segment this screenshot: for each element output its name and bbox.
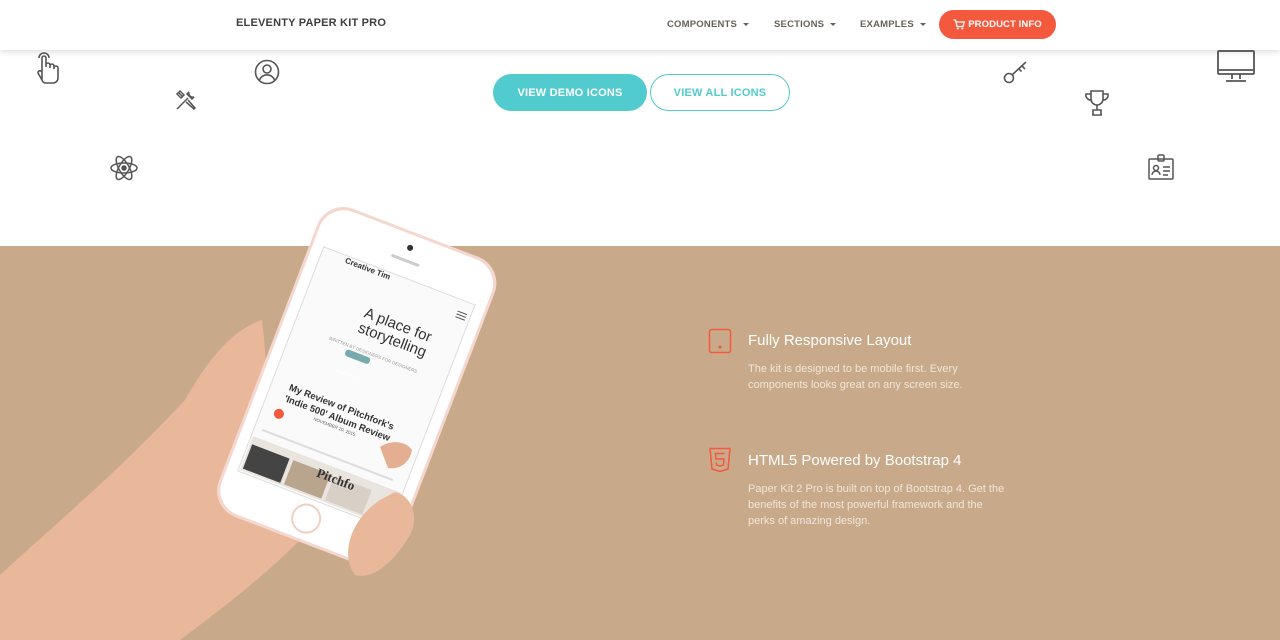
cart-icon — [953, 19, 966, 30]
atom-icon — [109, 153, 139, 183]
view-all-icons-button[interactable]: VIEW ALL ICONS — [650, 74, 790, 111]
monitor-icon — [1216, 50, 1256, 84]
feature-title-html5: HTML5 Powered by Bootstrap 4 — [748, 452, 962, 469]
tools-icon — [174, 88, 198, 112]
nav-components-label: COMPONENTS — [667, 19, 738, 30]
hand-pointer-icon — [32, 50, 62, 86]
product-info-label: PRODUCT INFO — [968, 19, 1042, 30]
html5-icon — [708, 447, 732, 478]
navbar: ELEVENTY PAPER KIT PRO COMPONENTS SECTIO… — [0, 0, 1280, 50]
chevron-down-icon — [830, 23, 837, 26]
user-circle-icon — [254, 59, 280, 85]
nav-examples-label: EXAMPLES — [860, 19, 914, 30]
tablet-icon — [708, 328, 732, 359]
id-badge-icon — [1147, 153, 1175, 181]
nav-components-dropdown[interactable]: COMPONENTS — [667, 19, 750, 30]
trophy-icon — [1083, 88, 1111, 118]
brand-link[interactable]: ELEVENTY PAPER KIT PRO — [236, 17, 386, 29]
nav-sections-dropdown[interactable]: SECTIONS — [774, 19, 837, 30]
key-icon — [1002, 58, 1030, 86]
feature-desc-responsive: The kit is designed to be mobile first. … — [748, 363, 963, 391]
feature-title-responsive: Fully Responsive Layout — [748, 332, 912, 349]
chevron-down-icon — [743, 23, 750, 26]
nav-examples-dropdown[interactable]: EXAMPLES — [860, 19, 926, 30]
chevron-down-icon — [919, 23, 926, 26]
hand-holding-phone-image: Creative Tim A place for storytelling WR… — [0, 205, 520, 640]
feature-desc-html5: Paper Kit 2 Pro is built on top of Boots… — [748, 483, 1005, 527]
view-demo-icons-button[interactable]: VIEW DEMO ICONS — [493, 74, 647, 111]
product-info-button[interactable]: PRODUCT INFO — [939, 10, 1056, 39]
nav-sections-label: SECTIONS — [774, 19, 825, 30]
